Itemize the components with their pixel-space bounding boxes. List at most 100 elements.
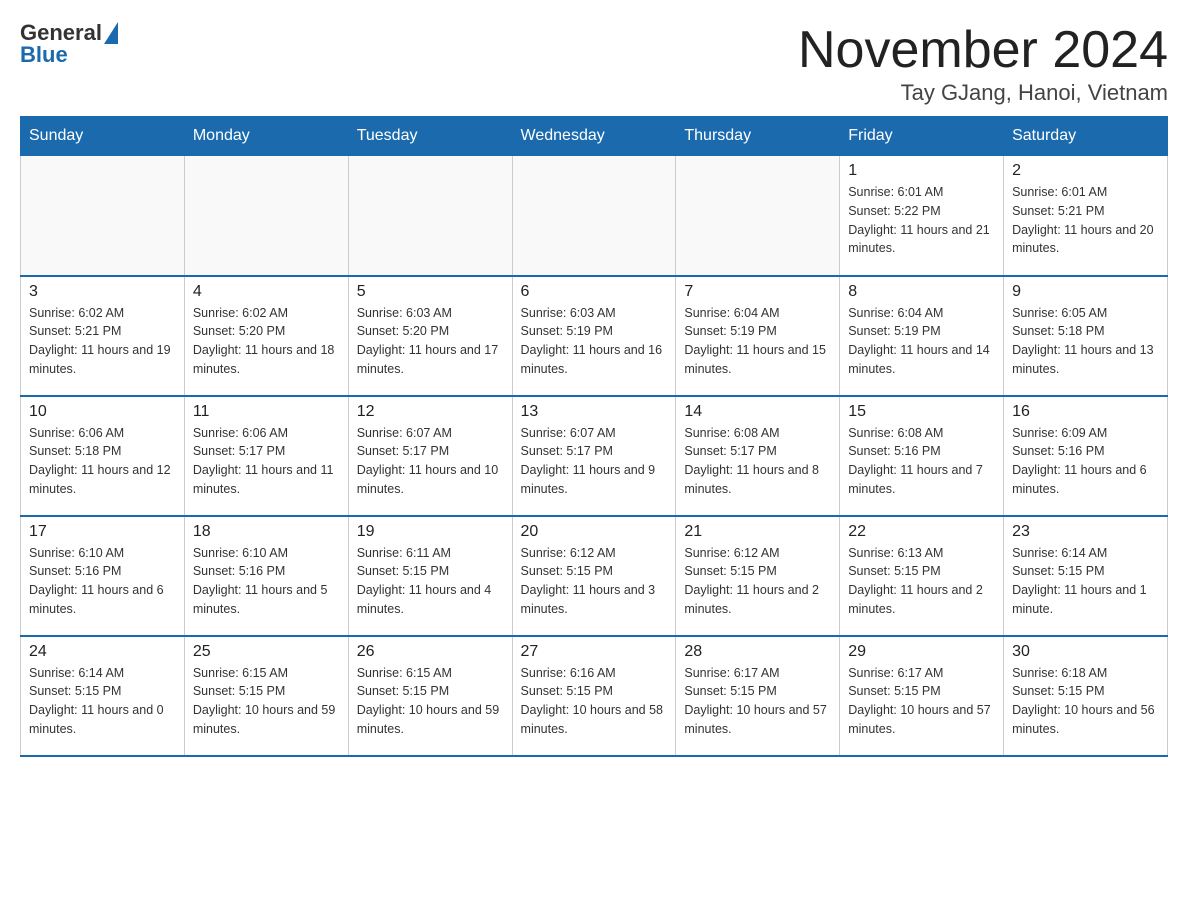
day-of-week-header: Sunday (21, 117, 185, 156)
calendar-day-cell: 15 Sunrise: 6:08 AMSunset: 5:16 PMDayligh… (840, 396, 1004, 516)
day-info: Sunrise: 6:03 AMSunset: 5:19 PMDaylight:… (521, 304, 668, 379)
calendar-day-cell: 18 Sunrise: 6:10 AMSunset: 5:16 PMDayligh… (184, 516, 348, 636)
calendar-week-row: 17 Sunrise: 6:10 AMSunset: 5:16 PMDayligh… (21, 516, 1168, 636)
day-info: Sunrise: 6:11 AMSunset: 5:15 PMDaylight:… (357, 544, 504, 619)
calendar-day-cell (512, 156, 676, 276)
logo-triangle-icon (104, 22, 118, 44)
calendar-table: SundayMondayTuesdayWednesdayThursdayFrid… (20, 116, 1168, 757)
calendar-day-cell: 30Sunrise: 6:18 AMSunset: 5:15 PMDayligh… (1004, 636, 1168, 756)
day-info: Sunrise: 6:07 AMSunset: 5:17 PMDaylight:… (521, 424, 668, 499)
day-of-week-header: Friday (840, 117, 1004, 156)
page-header: General Blue November 2024 Tay GJang, Ha… (20, 20, 1168, 106)
calendar-week-row: 24Sunrise: 6:14 AMSunset: 5:15 PMDayligh… (21, 636, 1168, 756)
day-info: Sunrise: 6:12 AMSunset: 5:15 PMDaylight:… (684, 544, 831, 619)
day-info: Sunrise: 6:15 AMSunset: 5:15 PMDaylight:… (357, 664, 504, 739)
calendar-day-cell: 11 Sunrise: 6:06 AMSunset: 5:17 PMDayligh… (184, 396, 348, 516)
day-info: Sunrise: 6:14 AMSunset: 5:15 PMDaylight:… (29, 664, 176, 739)
day-info: Sunrise: 6:04 AMSunset: 5:19 PMDaylight:… (848, 304, 995, 379)
day-info: Sunrise: 6:13 AMSunset: 5:15 PMDaylight:… (848, 544, 995, 619)
calendar-day-cell: 16Sunrise: 6:09 AMSunset: 5:16 PMDayligh… (1004, 396, 1168, 516)
day-number: 1 (848, 162, 995, 180)
day-number: 10 (29, 403, 176, 421)
calendar-day-cell: 6 Sunrise: 6:03 AMSunset: 5:19 PMDaylight… (512, 276, 676, 396)
day-info: Sunrise: 6:10 AMSunset: 5:16 PMDaylight:… (193, 544, 340, 619)
day-number: 8 (848, 283, 995, 301)
day-info: Sunrise: 6:05 AMSunset: 5:18 PMDaylight:… (1012, 304, 1159, 379)
day-number: 20 (521, 523, 668, 541)
calendar-title: November 2024 (798, 20, 1168, 80)
day-number: 23 (1012, 523, 1159, 541)
calendar-day-cell (184, 156, 348, 276)
calendar-day-cell: 8 Sunrise: 6:04 AMSunset: 5:19 PMDaylight… (840, 276, 1004, 396)
day-number: 5 (357, 283, 504, 301)
day-number: 18 (193, 523, 340, 541)
calendar-day-cell: 20 Sunrise: 6:12 AMSunset: 5:15 PMDayligh… (512, 516, 676, 636)
day-info: Sunrise: 6:06 AMSunset: 5:17 PMDaylight:… (193, 424, 340, 499)
calendar-day-cell: 26Sunrise: 6:15 AMSunset: 5:15 PMDayligh… (348, 636, 512, 756)
calendar-day-cell: 10 Sunrise: 6:06 AMSunset: 5:18 PMDayligh… (21, 396, 185, 516)
day-number: 3 (29, 283, 176, 301)
day-info: Sunrise: 6:17 AMSunset: 5:15 PMDaylight:… (848, 664, 995, 739)
calendar-week-row: 10 Sunrise: 6:06 AMSunset: 5:18 PMDayligh… (21, 396, 1168, 516)
day-info: Sunrise: 6:08 AMSunset: 5:17 PMDaylight:… (684, 424, 831, 499)
calendar-subtitle: Tay GJang, Hanoi, Vietnam (798, 80, 1168, 106)
day-info: Sunrise: 6:02 AMSunset: 5:20 PMDaylight:… (193, 304, 340, 379)
day-info: Sunrise: 6:16 AMSunset: 5:15 PMDaylight:… (521, 664, 668, 739)
day-number: 17 (29, 523, 176, 541)
day-of-week-header: Monday (184, 117, 348, 156)
calendar-day-cell: 4 Sunrise: 6:02 AMSunset: 5:20 PMDaylight… (184, 276, 348, 396)
day-info: Sunrise: 6:01 AMSunset: 5:21 PMDaylight:… (1012, 183, 1159, 258)
day-info: Sunrise: 6:09 AMSunset: 5:16 PMDaylight:… (1012, 424, 1159, 499)
day-of-week-header: Saturday (1004, 117, 1168, 156)
calendar-day-cell: 2Sunrise: 6:01 AMSunset: 5:21 PMDaylight… (1004, 156, 1168, 276)
calendar-day-cell: 19Sunrise: 6:11 AMSunset: 5:15 PMDayligh… (348, 516, 512, 636)
calendar-day-cell: 3 Sunrise: 6:02 AMSunset: 5:21 PMDaylight… (21, 276, 185, 396)
day-number: 14 (684, 403, 831, 421)
day-number: 4 (193, 283, 340, 301)
calendar-day-cell: 23 Sunrise: 6:14 AMSunset: 5:15 PMDayligh… (1004, 516, 1168, 636)
logo-blue-text: Blue (20, 42, 68, 68)
day-of-week-header: Tuesday (348, 117, 512, 156)
day-number: 28 (684, 643, 831, 661)
calendar-day-cell: 25Sunrise: 6:15 AMSunset: 5:15 PMDayligh… (184, 636, 348, 756)
calendar-day-cell: 17Sunrise: 6:10 AMSunset: 5:16 PMDayligh… (21, 516, 185, 636)
calendar-day-cell (676, 156, 840, 276)
calendar-day-cell: 24Sunrise: 6:14 AMSunset: 5:15 PMDayligh… (21, 636, 185, 756)
day-number: 29 (848, 643, 995, 661)
day-number: 15 (848, 403, 995, 421)
calendar-day-cell: 12 Sunrise: 6:07 AMSunset: 5:17 PMDayligh… (348, 396, 512, 516)
day-number: 27 (521, 643, 668, 661)
day-info: Sunrise: 6:03 AMSunset: 5:20 PMDaylight:… (357, 304, 504, 379)
calendar-day-cell (21, 156, 185, 276)
title-area: November 2024 Tay GJang, Hanoi, Vietnam (798, 20, 1168, 106)
day-number: 11 (193, 403, 340, 421)
day-number: 12 (357, 403, 504, 421)
day-number: 30 (1012, 643, 1159, 661)
calendar-day-cell: 21Sunrise: 6:12 AMSunset: 5:15 PMDayligh… (676, 516, 840, 636)
day-info: Sunrise: 6:02 AMSunset: 5:21 PMDaylight:… (29, 304, 176, 379)
day-number: 9 (1012, 283, 1159, 301)
day-info: Sunrise: 6:15 AMSunset: 5:15 PMDaylight:… (193, 664, 340, 739)
day-number: 13 (521, 403, 668, 421)
calendar-day-cell: 22 Sunrise: 6:13 AMSunset: 5:15 PMDayligh… (840, 516, 1004, 636)
calendar-day-cell: 28 Sunrise: 6:17 AMSunset: 5:15 PMDayligh… (676, 636, 840, 756)
calendar-day-cell: 7 Sunrise: 6:04 AMSunset: 5:19 PMDaylight… (676, 276, 840, 396)
logo: General Blue (20, 20, 118, 68)
calendar-day-cell: 9 Sunrise: 6:05 AMSunset: 5:18 PMDaylight… (1004, 276, 1168, 396)
day-info: Sunrise: 6:14 AMSunset: 5:15 PMDaylight:… (1012, 544, 1159, 619)
day-number: 22 (848, 523, 995, 541)
calendar-day-cell: 27 Sunrise: 6:16 AMSunset: 5:15 PMDayligh… (512, 636, 676, 756)
day-number: 7 (684, 283, 831, 301)
day-of-week-header: Thursday (676, 117, 840, 156)
day-info: Sunrise: 6:17 AMSunset: 5:15 PMDaylight:… (684, 664, 831, 739)
day-info: Sunrise: 6:04 AMSunset: 5:19 PMDaylight:… (684, 304, 831, 379)
day-number: 6 (521, 283, 668, 301)
day-info: Sunrise: 6:12 AMSunset: 5:15 PMDaylight:… (521, 544, 668, 619)
day-info: Sunrise: 6:06 AMSunset: 5:18 PMDaylight:… (29, 424, 176, 499)
day-info: Sunrise: 6:01 AMSunset: 5:22 PMDaylight:… (848, 183, 995, 258)
day-info: Sunrise: 6:08 AMSunset: 5:16 PMDaylight:… (848, 424, 995, 499)
calendar-week-row: 1 Sunrise: 6:01 AMSunset: 5:22 PMDaylight… (21, 156, 1168, 276)
calendar-day-cell: 13 Sunrise: 6:07 AMSunset: 5:17 PMDayligh… (512, 396, 676, 516)
calendar-day-cell: 14 Sunrise: 6:08 AMSunset: 5:17 PMDayligh… (676, 396, 840, 516)
day-info: Sunrise: 6:07 AMSunset: 5:17 PMDaylight:… (357, 424, 504, 499)
